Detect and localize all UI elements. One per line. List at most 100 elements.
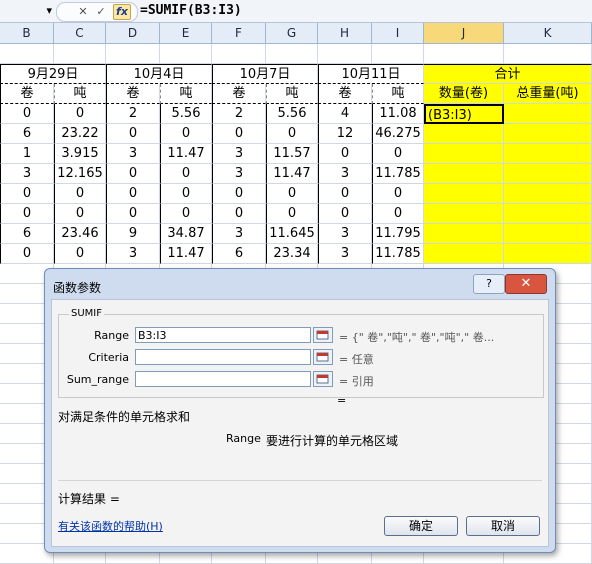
empty-cell[interactable] xyxy=(504,44,592,64)
unit-header[interactable]: 卷 xyxy=(106,84,160,104)
table-cell[interactable]: 0 xyxy=(160,164,212,184)
ok-button[interactable]: 确定 xyxy=(384,516,458,536)
table-cell[interactable] xyxy=(504,124,592,144)
weight-header[interactable]: 总重量(吨) xyxy=(504,84,592,104)
column-header-d[interactable]: D xyxy=(106,23,160,43)
name-box-dropdown[interactable]: ▾ xyxy=(0,2,52,20)
table-cell[interactable]: 3 xyxy=(212,144,266,164)
empty-cell[interactable] xyxy=(0,44,54,64)
table-cell[interactable]: 1 xyxy=(0,144,54,164)
criteria-input[interactable] xyxy=(135,349,311,365)
table-cell[interactable] xyxy=(504,144,592,164)
column-header-j[interactable]: J xyxy=(424,23,504,43)
table-cell[interactable]: 0 xyxy=(266,124,318,144)
table-cell[interactable]: 23.46 xyxy=(54,224,106,244)
date-header[interactable]: 9月29日 xyxy=(0,64,106,84)
empty-cell[interactable] xyxy=(160,44,212,64)
table-cell[interactable] xyxy=(424,244,504,264)
table-cell[interactable]: 0 xyxy=(54,244,106,264)
insert-function-icon[interactable]: fx xyxy=(113,4,131,20)
table-cell[interactable]: 0 xyxy=(160,124,212,144)
table-cell[interactable] xyxy=(504,244,592,264)
table-cell[interactable] xyxy=(504,204,592,224)
unit-header[interactable]: 卷 xyxy=(0,84,54,104)
table-cell[interactable] xyxy=(504,104,592,124)
table-cell[interactable]: 11.47 xyxy=(160,144,212,164)
sum-range-input[interactable] xyxy=(135,371,311,387)
table-cell[interactable]: 3 xyxy=(106,244,160,264)
table-cell[interactable]: 34.87 xyxy=(160,224,212,244)
table-cell[interactable]: 0 xyxy=(212,184,266,204)
table-cell[interactable]: 6 xyxy=(212,244,266,264)
table-cell[interactable]: 0 xyxy=(54,204,106,224)
table-cell[interactable]: 0 xyxy=(106,204,160,224)
empty-cell[interactable] xyxy=(424,44,504,64)
column-header-i[interactable]: I xyxy=(372,23,424,43)
empty-cell[interactable] xyxy=(266,44,318,64)
column-header-f[interactable]: F xyxy=(212,23,266,43)
empty-cell[interactable] xyxy=(54,44,106,64)
column-header-b[interactable]: B xyxy=(0,23,54,43)
dialog-close-button[interactable]: ✕ xyxy=(505,274,547,294)
table-cell[interactable]: 3 xyxy=(0,164,54,184)
cancel-icon[interactable]: ✕ xyxy=(75,4,91,20)
unit-header[interactable]: 吨 xyxy=(372,84,424,104)
table-cell[interactable] xyxy=(504,224,592,244)
table-cell[interactable]: 0 xyxy=(372,204,424,224)
table-cell[interactable]: 0 xyxy=(318,204,372,224)
table-cell[interactable]: 0 xyxy=(266,204,318,224)
table-cell[interactable]: 2 xyxy=(106,104,160,124)
table-cell[interactable]: 3 xyxy=(318,224,372,244)
table-cell[interactable]: 0 xyxy=(0,244,54,264)
table-cell[interactable] xyxy=(424,184,504,204)
table-cell[interactable]: 0 xyxy=(212,204,266,224)
empty-cell[interactable] xyxy=(212,44,266,64)
table-cell[interactable]: 0 xyxy=(266,184,318,204)
cancel-button[interactable]: 取消 xyxy=(466,516,540,536)
column-header-e[interactable]: E xyxy=(160,23,212,43)
unit-header[interactable]: 卷 xyxy=(318,84,372,104)
table-cell[interactable]: 0 xyxy=(0,104,54,124)
table-cell[interactable]: 46.275 xyxy=(372,124,424,144)
table-cell[interactable]: 3 xyxy=(318,164,372,184)
table-cell[interactable]: (B3:I3) xyxy=(424,104,504,124)
table-cell[interactable] xyxy=(424,124,504,144)
table-cell[interactable]: 0 xyxy=(0,184,54,204)
empty-cell[interactable] xyxy=(372,44,424,64)
table-cell[interactable]: 3 xyxy=(318,244,372,264)
table-cell[interactable] xyxy=(504,184,592,204)
criteria-collapse-button[interactable] xyxy=(313,349,333,365)
table-cell[interactable]: 0 xyxy=(0,204,54,224)
table-cell[interactable]: 0 xyxy=(160,204,212,224)
unit-header[interactable]: 吨 xyxy=(266,84,318,104)
table-cell[interactable]: 0 xyxy=(372,144,424,164)
table-cell[interactable]: 2 xyxy=(212,104,266,124)
table-cell[interactable]: 9 xyxy=(106,224,160,244)
unit-header[interactable]: 吨 xyxy=(54,84,106,104)
table-cell[interactable]: 11.08 xyxy=(372,104,424,124)
formula-input[interactable]: =SUMIF(B3:I3) xyxy=(140,1,580,21)
table-cell[interactable] xyxy=(424,204,504,224)
enter-icon[interactable]: ✓ xyxy=(93,4,109,20)
table-cell[interactable]: 11.47 xyxy=(266,164,318,184)
table-cell[interactable]: 11.785 xyxy=(372,244,424,264)
empty-cell[interactable] xyxy=(106,44,160,64)
table-cell[interactable]: 11.785 xyxy=(372,164,424,184)
table-cell[interactable]: 11.795 xyxy=(372,224,424,244)
table-cell[interactable]: 0 xyxy=(212,124,266,144)
column-header-h[interactable]: H xyxy=(318,23,372,43)
column-header-k[interactable]: K xyxy=(504,23,592,43)
table-cell[interactable]: 0 xyxy=(372,184,424,204)
column-header-c[interactable]: C xyxy=(54,23,106,43)
table-cell[interactable] xyxy=(504,164,592,184)
qty-header[interactable]: 数量(卷) xyxy=(424,84,504,104)
table-cell[interactable]: 12 xyxy=(318,124,372,144)
function-help-link[interactable]: 有关该函数的帮助(H) xyxy=(58,518,163,534)
table-cell[interactable]: 0 xyxy=(106,124,160,144)
table-cell[interactable]: 6 xyxy=(0,224,54,244)
sum-range-collapse-button[interactable] xyxy=(313,371,333,387)
table-cell[interactable]: 5.56 xyxy=(266,104,318,124)
date-header[interactable]: 10月11日 xyxy=(318,64,424,84)
table-cell[interactable]: 0 xyxy=(54,104,106,124)
table-cell[interactable]: 0 xyxy=(160,184,212,204)
